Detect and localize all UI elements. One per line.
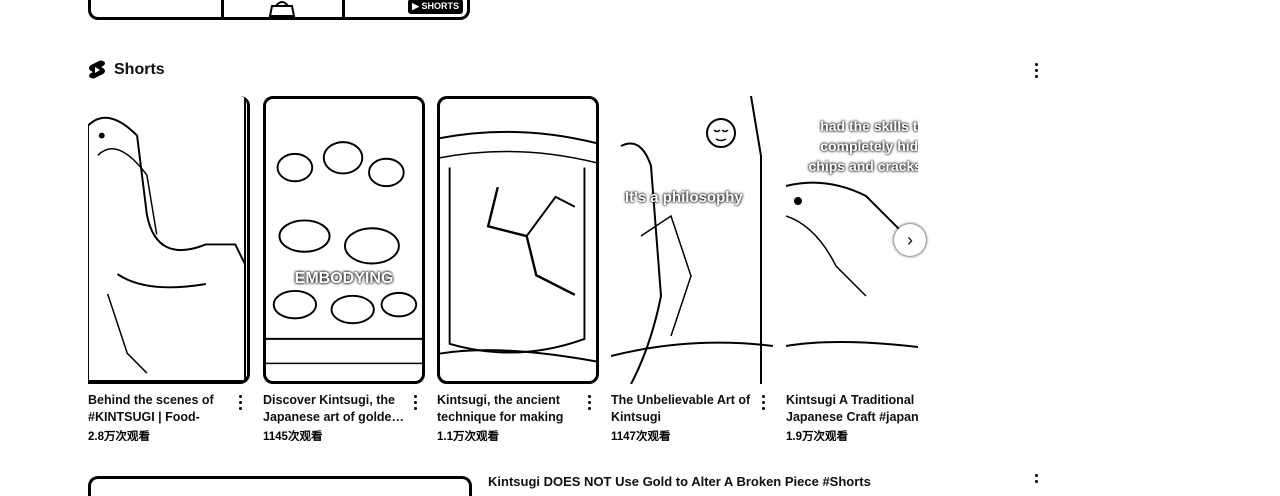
- short-meta: The Unbelievable Art of Kintsugi 1147次观看: [611, 392, 773, 441]
- next-video-thumbnail[interactable]: [88, 476, 472, 496]
- short-overlay-text: EMBODYING: [294, 270, 394, 287]
- short-overlay-text: had the skills to completely hide chips …: [808, 118, 918, 174]
- short-views: 1.9万次观看: [786, 431, 848, 441]
- short-more-button[interactable]: [583, 394, 595, 410]
- section-more-button[interactable]: [1026, 58, 1046, 82]
- short-card[interactable]: Kintsugi, the ancient technique for maki…: [437, 96, 599, 441]
- short-card[interactable]: had the skills to completely hide chips …: [786, 96, 918, 441]
- more-vert-icon: [413, 394, 417, 398]
- short-more-button[interactable]: [234, 394, 246, 410]
- thumbnail-segment: [91, 0, 224, 17]
- short-views: 1.1万次观看: [437, 431, 499, 441]
- more-vert-icon: [1034, 62, 1038, 66]
- section-title: Shorts: [114, 61, 165, 78]
- short-thumbnail[interactable]: [88, 96, 250, 384]
- shorts-section-header: Shorts: [88, 58, 165, 82]
- short-thumbnail[interactable]: It's a philosophy: [611, 96, 773, 384]
- short-card[interactable]: It's a philosophy The Unbelievable Art o…: [611, 96, 773, 441]
- short-thumbnail[interactable]: EMBODYING: [263, 96, 425, 384]
- short-title[interactable]: Kintsugi A Traditional Japanese Craft #j…: [786, 392, 918, 426]
- more-vert-icon: [1034, 474, 1038, 477]
- shorts-shelf: Behind the scenes of #KINTSUGI | Food-sa…: [88, 96, 918, 441]
- thumbnail-segment: [224, 0, 345, 17]
- short-thumbnail[interactable]: [437, 96, 599, 384]
- short-card[interactable]: Behind the scenes of #KINTSUGI | Food-sa…: [88, 96, 250, 441]
- short-overlay-text: It's a philosophy: [625, 189, 743, 206]
- short-title[interactable]: Discover Kintsugi, the Japanese art of g…: [263, 392, 405, 426]
- short-card[interactable]: EMBODYING Discover Kintsugi, the Japanes…: [263, 96, 425, 441]
- short-meta: Behind the scenes of #KINTSUGI | Food-sa…: [88, 392, 250, 441]
- short-title[interactable]: Behind the scenes of #KINTSUGI | Food-sa…: [88, 392, 230, 426]
- short-views: 1145次观看: [263, 431, 323, 441]
- chevron-right-icon: ›: [907, 229, 913, 250]
- short-more-button[interactable]: [409, 394, 421, 410]
- short-title[interactable]: Kintsugi, the ancient technique for maki…: [437, 392, 579, 426]
- more-vert-icon: [238, 394, 242, 398]
- short-more-button[interactable]: [757, 394, 769, 410]
- more-vert-icon: [587, 394, 591, 398]
- shorts-icon: [89, 60, 105, 79]
- short-views: 1147次观看: [611, 431, 671, 441]
- next-video-more-button[interactable]: [1030, 474, 1042, 484]
- short-title[interactable]: The Unbelievable Art of Kintsugi: [611, 392, 753, 426]
- previous-video-thumbnail[interactable]: ▶ SHORTS: [88, 0, 470, 20]
- relieved-face-icon: [706, 118, 736, 148]
- shorts-badge: ▶ SHORTS: [408, 0, 463, 14]
- short-meta: Kintsugi, the ancient technique for maki…: [437, 392, 599, 441]
- short-meta: Kintsugi A Traditional Japanese Craft #j…: [786, 392, 918, 441]
- thumbnail-segment: ▶ SHORTS: [345, 0, 467, 17]
- more-vert-icon: [761, 394, 765, 398]
- short-views: 2.8万次观看: [88, 431, 150, 441]
- shelf-next-button[interactable]: ›: [894, 224, 926, 256]
- bag-icon: [268, 1, 296, 17]
- short-meta: Discover Kintsugi, the Japanese art of g…: [263, 392, 425, 441]
